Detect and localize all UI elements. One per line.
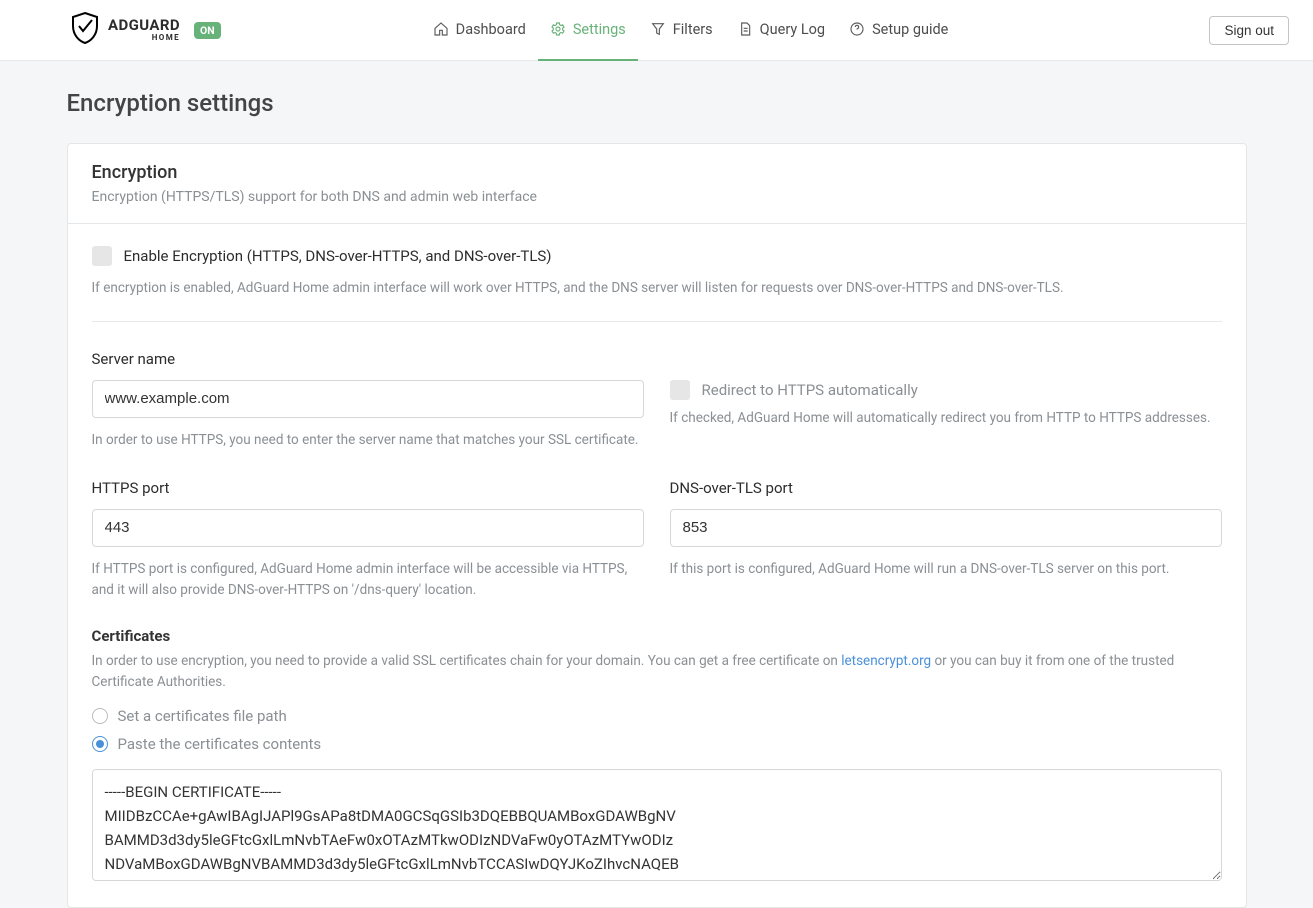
status-badge: ON (194, 22, 221, 39)
nav-setup-label: Setup guide (872, 21, 948, 38)
nav-querylog-label: Query Log (760, 21, 825, 38)
https-port-label: HTTPS port (92, 479, 644, 497)
server-name-help: In order to use HTTPS, you need to enter… (92, 430, 644, 451)
server-name-input[interactable] (92, 380, 644, 418)
redirect-https-label: Redirect to HTTPS automatically (702, 381, 918, 399)
nav-settings-label: Settings (573, 21, 626, 38)
cert-desc-a: In order to use encryption, you need to … (92, 653, 842, 669)
certificates-description: In order to use encryption, you need to … (92, 651, 1222, 693)
card-subtitle: Encryption (HTTPS/TLS) support for both … (92, 189, 1222, 205)
redirect-https-help: If checked, AdGuard Home will automatica… (670, 408, 1222, 429)
enable-encryption-help: If encryption is enabled, AdGuard Home a… (92, 278, 1222, 299)
cert-paste-radio[interactable] (92, 736, 108, 752)
brand-logo: ADGUARD HOME ON (70, 11, 221, 49)
nav-query-log[interactable]: Query Log (725, 0, 837, 61)
cert-paste-radio-label: Paste the certificates contents (118, 735, 322, 753)
enable-encryption-checkbox[interactable] (92, 246, 112, 266)
brand-sub: HOME (108, 34, 180, 42)
certificates-heading: Certificates (92, 627, 1222, 645)
enable-encryption-label: Enable Encryption (HTTPS, DNS-over-HTTPS… (124, 247, 552, 265)
encryption-card: Encryption Encryption (HTTPS/TLS) suppor… (67, 143, 1247, 908)
home-icon (433, 21, 449, 37)
redirect-https-checkbox[interactable] (670, 380, 690, 400)
certificate-textarea[interactable] (92, 769, 1222, 881)
brand-name: ADGUARD (108, 18, 180, 33)
filter-icon (650, 21, 666, 37)
nav-settings[interactable]: Settings (538, 0, 638, 61)
nav-filters[interactable]: Filters (638, 0, 725, 61)
dot-port-label: DNS-over-TLS port (670, 479, 1222, 497)
server-name-label: Server name (92, 350, 644, 368)
document-icon (737, 21, 753, 37)
divider (92, 321, 1222, 322)
dot-port-input[interactable] (670, 509, 1222, 547)
letsencrypt-link[interactable]: letsencrypt.org (841, 653, 931, 669)
cert-path-radio-label: Set a certificates file path (118, 707, 287, 725)
nav-dashboard[interactable]: Dashboard (421, 0, 538, 61)
https-port-input[interactable] (92, 509, 644, 547)
shield-icon (70, 11, 100, 49)
nav-dashboard-label: Dashboard (456, 21, 526, 38)
help-icon (849, 21, 865, 37)
cert-path-radio[interactable] (92, 708, 108, 724)
https-port-help: If HTTPS port is configured, AdGuard Hom… (92, 559, 644, 601)
nav-filters-label: Filters (673, 21, 713, 38)
nav-setup-guide[interactable]: Setup guide (837, 0, 960, 61)
page-title: Encryption settings (67, 89, 1247, 117)
card-title: Encryption (92, 162, 1222, 183)
settings-icon (550, 21, 566, 37)
main-nav: Dashboard Settings Filters Query Log Set… (421, 0, 961, 61)
sign-out-button[interactable]: Sign out (1209, 16, 1289, 45)
top-header: ADGUARD HOME ON Dashboard Settings Filte… (0, 0, 1313, 61)
dot-port-help: If this port is configured, AdGuard Home… (670, 559, 1222, 580)
